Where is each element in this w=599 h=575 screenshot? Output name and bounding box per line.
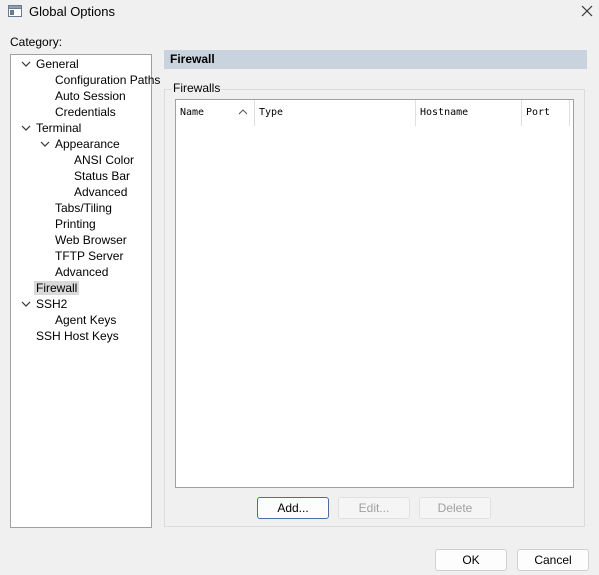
ok-button[interactable]: OK [435, 549, 507, 571]
tree-item-web-browser[interactable]: Web Browser [53, 233, 129, 248]
tree-item-label: Firewall [34, 281, 80, 295]
tree-item-status-bar[interactable]: Status Bar [72, 169, 132, 184]
tree-item-terminal[interactable]: Terminal [21, 121, 83, 136]
sort-ascending-icon [238, 109, 248, 115]
tree-item-credentials[interactable]: Credentials [53, 105, 118, 120]
global-options-dialog: Global Options Category: General Configu… [0, 0, 599, 575]
column-header-label: Port [526, 107, 551, 118]
tree-item-auto-session[interactable]: Auto Session [53, 89, 128, 104]
tree-item-terminal-advanced[interactable]: Advanced [53, 265, 110, 280]
tree-item-label: Terminal [36, 121, 82, 135]
chevron-down-icon[interactable] [40, 139, 50, 149]
tree-item-tabs-tiling[interactable]: Tabs/Tiling [53, 201, 114, 216]
delete-button[interactable]: Delete [419, 497, 491, 519]
tree-item-label: SSH2 [36, 297, 68, 311]
panel-header: Firewall [164, 50, 587, 69]
column-header-type[interactable]: Type [255, 100, 416, 126]
column-header-name[interactable]: Name [176, 100, 255, 126]
tree-item-label: General [36, 57, 79, 71]
tree-item-firewall[interactable]: Firewall [34, 281, 80, 296]
column-header-label: Hostname [420, 107, 469, 118]
tree-item-agent-keys[interactable]: Agent Keys [53, 313, 118, 328]
category-label: Category: [10, 35, 63, 49]
tree-item-label: SSH Host Keys [36, 329, 119, 343]
chevron-down-icon[interactable] [21, 299, 31, 309]
column-header-label: Name [180, 107, 205, 118]
tree-item-label: Credentials [55, 105, 116, 119]
tree-item-label: Appearance [55, 137, 120, 151]
tree-item-label: Auto Session [55, 89, 126, 103]
edit-button[interactable]: Edit... [338, 497, 410, 519]
tree-item-label: Status Bar [74, 169, 131, 183]
close-icon[interactable] [576, 1, 598, 21]
tree-item-label: Advanced [74, 185, 128, 199]
add-button[interactable]: Add... [257, 497, 329, 519]
chevron-down-icon[interactable] [21, 59, 31, 69]
tree-item-label: Advanced [55, 265, 109, 279]
tree-item-tftp-server[interactable]: TFTP Server [53, 249, 125, 264]
tree-item-appearance-advanced[interactable]: Advanced [72, 185, 129, 200]
cancel-button[interactable]: Cancel [517, 549, 589, 571]
app-window-icon [8, 5, 22, 17]
firewalls-list[interactable]: Name Type Hostname Port [175, 99, 574, 488]
tree-item-label: Tabs/Tiling [55, 201, 112, 215]
tree-item-ssh-host-keys[interactable]: SSH Host Keys [34, 329, 121, 344]
tree-item-label: ANSI Color [74, 153, 135, 167]
window-title: Global Options [29, 4, 115, 19]
panel-title: Firewall [170, 52, 215, 66]
tree-item-appearance[interactable]: Appearance [40, 137, 122, 152]
tree-item-label: Printing [55, 217, 96, 231]
column-header-hostname[interactable]: Hostname [416, 100, 522, 126]
category-tree[interactable]: General Configuration Paths Auto Session… [10, 54, 160, 528]
tree-item-ansi-color[interactable]: ANSI Color [72, 153, 136, 168]
column-header-port[interactable]: Port [522, 100, 570, 126]
chevron-down-icon[interactable] [21, 123, 31, 133]
tree-item-label: Web Browser [55, 233, 127, 247]
tree-item-general[interactable]: General [21, 57, 81, 72]
column-header-label: Type [259, 107, 284, 118]
tree-item-configuration-paths[interactable]: Configuration Paths [53, 73, 162, 88]
tree-item-label: TFTP Server [55, 249, 124, 263]
firewalls-group-label: Firewalls [172, 81, 222, 95]
tree-item-label: Configuration Paths [55, 73, 161, 87]
tree-item-label: Agent Keys [55, 313, 117, 327]
tree-item-printing[interactable]: Printing [53, 217, 98, 232]
title-bar: Global Options [0, 0, 599, 24]
tree-item-ssh2[interactable]: SSH2 [21, 297, 69, 312]
